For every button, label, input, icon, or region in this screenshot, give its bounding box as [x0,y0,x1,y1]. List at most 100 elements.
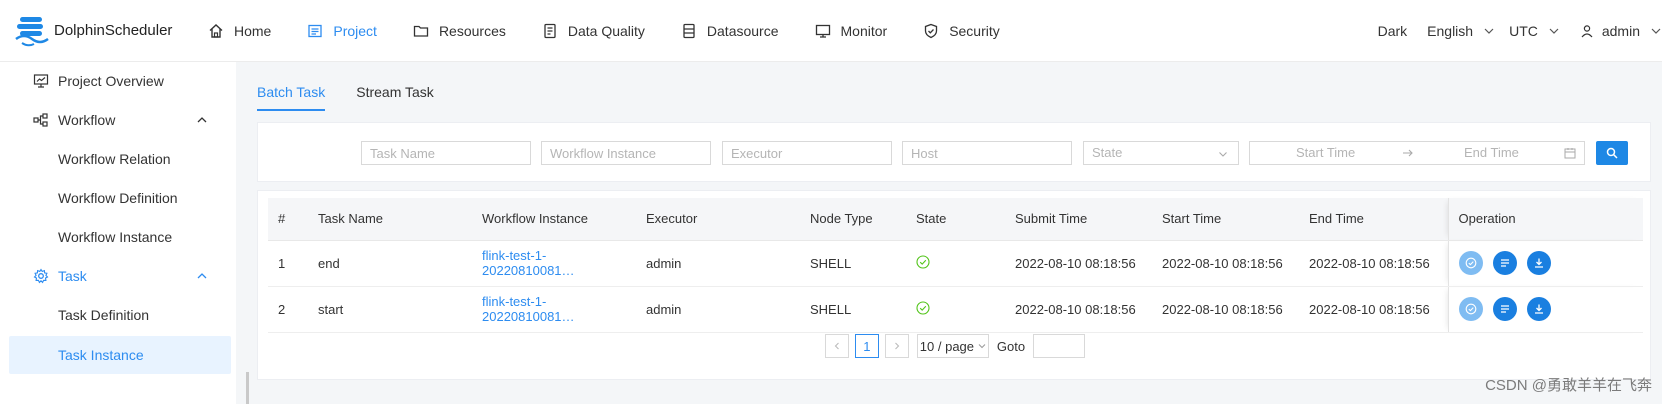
user-icon [1581,25,1593,38]
sidebar: Project Overview Workflow Workflow Relat… [0,62,236,404]
table-header-row: # Task Name Workflow Instance Executor N… [268,198,1643,241]
view-log-button[interactable] [1492,297,1517,321]
data-quality-icon [544,23,556,38]
nav-monitor-label: Monitor [840,22,888,39]
nav-security-label: Security [949,22,1000,39]
chevron-right-icon [895,342,900,350]
tab-stream-task[interactable]: Stream Task [356,62,434,112]
nav-datasource-label: Datasource [706,22,779,39]
force-success-button[interactable] [1458,297,1483,321]
nav-data-quality-label: Data Quality [567,22,645,39]
language-label: English [1427,23,1474,39]
cell-start-time: 2022-08-10 08:18:56 [1152,286,1299,333]
nav-monitor[interactable]: Monitor [815,22,888,39]
col-index: # [268,198,308,241]
sidebar-item-label: Workflow [58,112,116,128]
sidebar-item-label: Workflow Instance [58,229,173,245]
state-select[interactable]: State [1083,141,1239,165]
col-node-type: Node Type [800,198,906,241]
goto-page-input[interactable] [1033,334,1086,358]
top-header: DolphinScheduler Home Project Resources … [0,0,1662,62]
download-log-button[interactable] [1526,297,1551,321]
cell-submit-time: 2022-08-10 08:18:56 [1005,286,1152,333]
tab-batch-task[interactable]: Batch Task [257,62,326,112]
col-end-time: End Time [1299,198,1448,241]
sidebar-item-label: Task Definition [58,307,150,323]
chevron-left-icon [834,342,839,350]
prev-page-button[interactable] [824,334,849,358]
cell-workflow-instance-link[interactable]: flink-test-1-20220810081… [472,240,636,287]
host-input[interactable] [902,141,1072,165]
state-select-placeholder: State [1092,145,1123,160]
timezone-select[interactable]: UTC [1509,23,1560,39]
sidebar-item-task-definition[interactable]: Task Definition [0,296,236,334]
watermark: CSDN @勇敢羊羊在飞奔 [1485,377,1652,394]
language-select[interactable]: English [1427,23,1495,39]
force-success-button[interactable] [1458,251,1483,275]
sidebar-item-workflow-definition[interactable]: Workflow Definition [0,179,236,217]
app-name: DolphinScheduler [54,22,173,39]
theme-label: Dark [1377,23,1408,39]
nav-home[interactable]: Home [208,23,271,39]
success-icon [916,300,930,315]
cell-index: 1 [268,240,308,287]
col-operation: Operation [1447,198,1643,241]
sidebar-item-task[interactable]: Task [0,257,236,295]
col-state: State [906,198,1005,241]
task-instance-table: # Task Name Workflow Instance Executor N… [268,198,1643,333]
sidebar-item-label: Workflow Definition [58,190,178,206]
next-page-button[interactable] [884,334,909,358]
task-type-tabs: Batch Task Stream Task [257,62,465,112]
check-circle-icon [1465,257,1476,269]
overview-icon [33,74,49,88]
main-nav: Home Project Resources Data Quality Data… [208,23,1036,39]
col-submit-time: Submit Time [1005,198,1152,241]
app-logo[interactable]: DolphinScheduler [12,11,190,51]
folder-icon [413,25,429,37]
page-number-button[interactable]: 1 [854,334,879,358]
check-circle-icon [1465,303,1476,315]
search-button[interactable] [1596,141,1628,165]
time-range-picker[interactable]: Start Time End Time [1249,141,1585,165]
gear-icon [33,268,49,284]
sidebar-item-workflow-instance[interactable]: Workflow Instance [0,218,236,256]
cell-end-time: 2022-08-10 08:18:56 [1299,240,1448,287]
filter-bar: State Start Time End Time [257,122,1651,182]
nav-datasource[interactable]: Datasource [681,23,779,39]
theme-toggle[interactable]: Dark [1378,23,1408,39]
chevron-down-icon [1484,28,1494,34]
log-icon [1500,259,1509,267]
sidebar-item-label: Task Instance [58,347,144,363]
chevron-down-icon [1219,152,1227,157]
table-row: 1 end flink-test-1-20220810081… admin SH… [268,240,1643,287]
sidebar-item-task-instance[interactable]: Task Instance [9,336,231,374]
goto-label: Goto [996,338,1026,354]
workflow-icon [33,113,48,127]
sidebar-item-workflow-relation[interactable]: Workflow Relation [0,140,236,178]
end-time-placeholder: End Time [1464,145,1519,160]
chevron-down-icon [1651,28,1661,34]
nav-resources[interactable]: Resources [413,23,506,39]
col-workflow-instance: Workflow Instance [472,198,636,241]
sidebar-scrollbar[interactable] [246,372,249,404]
nav-data-quality[interactable]: Data Quality [542,23,645,39]
log-icon [1500,305,1509,313]
chevron-up-icon [197,273,207,279]
cell-workflow-instance-link[interactable]: flink-test-1-20220810081… [472,286,636,333]
executor-input[interactable] [722,141,892,165]
nav-project[interactable]: Project [307,23,377,39]
view-log-button[interactable] [1492,251,1517,275]
task-name-input[interactable] [361,141,531,165]
page-size-select[interactable]: 10 / page [916,334,989,358]
cell-node-type: SHELL [800,286,906,333]
nav-security[interactable]: Security [923,23,1000,39]
download-log-button[interactable] [1526,251,1551,275]
user-menu[interactable]: admin [1580,23,1662,39]
cell-operation [1447,240,1643,287]
sidebar-item-project-overview[interactable]: Project Overview [0,62,236,100]
workflow-instance-input[interactable] [541,141,711,165]
download-icon [1534,258,1543,268]
sidebar-item-workflow[interactable]: Workflow [0,101,236,139]
sidebar-item-label: Project Overview [58,73,164,89]
cell-operation [1447,286,1643,333]
